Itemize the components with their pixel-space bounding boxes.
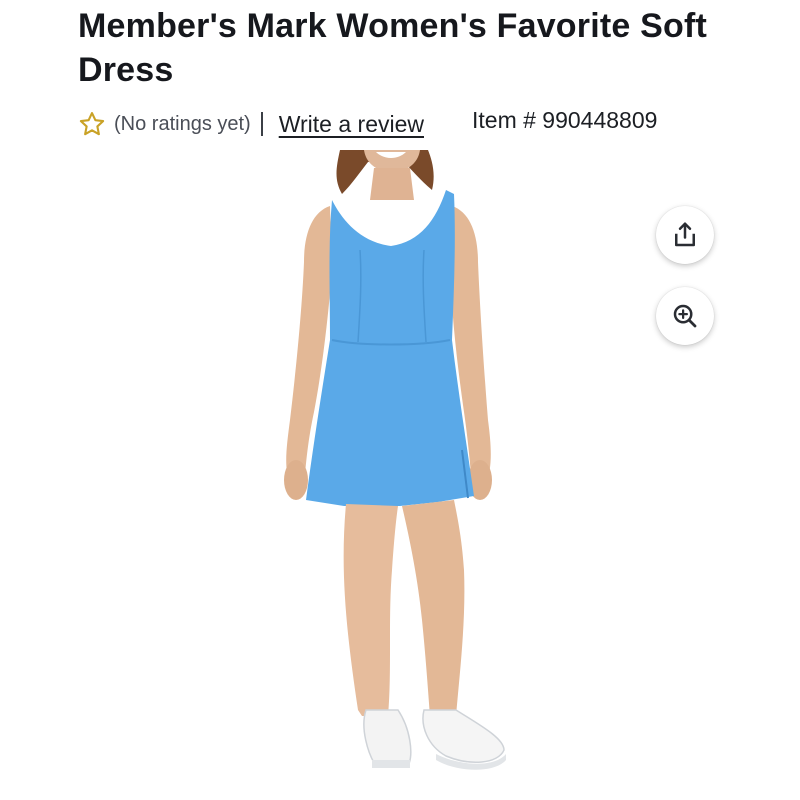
item-number: Item # 990448809 — [472, 107, 658, 133]
zoom-button[interactable] — [656, 287, 714, 345]
divider — [260, 112, 263, 136]
share-button[interactable] — [656, 206, 714, 264]
ratings-text: (No ratings yet) — [114, 112, 251, 135]
star-icon[interactable] — [78, 110, 106, 138]
share-icon — [675, 222, 695, 247]
write-review-link[interactable]: Write a review — [279, 111, 424, 138]
rating-row: (No ratings yet) Write a review — [78, 104, 424, 144]
zoom-in-icon — [673, 304, 697, 328]
product-title: Member's Mark Women's Favorite Soft Dres… — [78, 7, 708, 89]
